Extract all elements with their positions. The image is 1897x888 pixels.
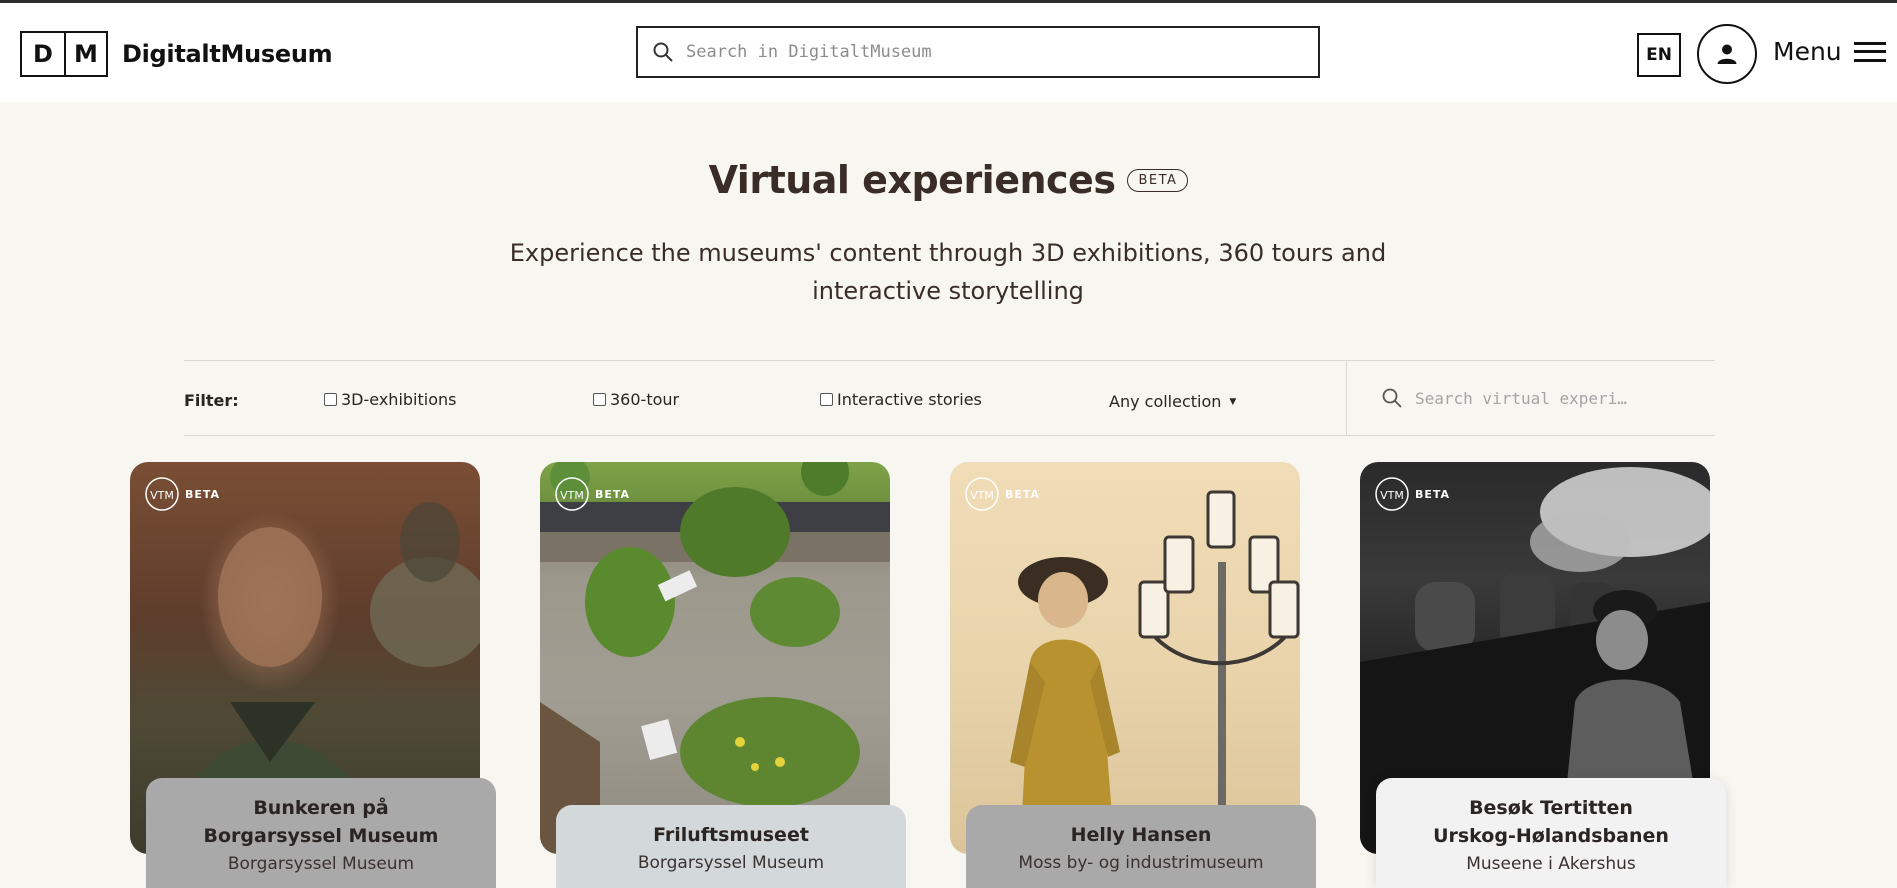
- filter-3d-exhibitions[interactable]: 3D-exhibitions: [324, 390, 456, 409]
- card-museum: Moss by- og industrimuseum: [1018, 853, 1264, 873]
- garden-scene: [540, 462, 890, 854]
- filter-option-label: 360-tour: [610, 390, 680, 409]
- vtm-badge: VTM BETA: [554, 476, 630, 512]
- card-label[interactable]: Helly Hansen Moss by- og industrimuseum: [966, 805, 1316, 888]
- vtm-cube-icon: VTM: [555, 477, 589, 511]
- site-logo[interactable]: D M DigitaltMuseum: [20, 31, 333, 77]
- page-title: Virtual experiences: [708, 158, 1116, 202]
- checkbox[interactable]: [593, 393, 606, 406]
- beta-label: BETA: [595, 487, 631, 501]
- search-icon: [653, 42, 673, 62]
- card-title: Helly Hansen: [1070, 824, 1212, 846]
- site-header: D M DigitaltMuseum EN Menu: [0, 3, 1897, 102]
- collection-dropdown[interactable]: Any collection ▼: [1109, 392, 1236, 411]
- experience-card-image[interactable]: VTM BETA: [950, 462, 1300, 854]
- beta-badge: BETA: [1127, 168, 1189, 192]
- caret-down-icon: ▼: [1229, 396, 1237, 407]
- collection-value: Any collection: [1109, 392, 1222, 411]
- vtm-badge: VTM BETA: [1374, 476, 1450, 512]
- beta-label: BETA: [185, 487, 221, 501]
- search-input[interactable]: [686, 42, 1246, 62]
- card-museum: Borgarsyssel Museum: [227, 854, 415, 874]
- search-icon: [1382, 388, 1402, 408]
- user-icon: [1717, 44, 1737, 64]
- user-button[interactable]: [1697, 24, 1757, 84]
- menu-label: Menu: [1773, 37, 1842, 66]
- svg-text:VTM: VTM: [150, 489, 174, 502]
- card-museum: Borgarsyssel Museum: [637, 853, 825, 873]
- vtm-badge: VTM BETA: [144, 476, 220, 512]
- card-title: Besøk Tertitten Urskog-Hølandsbanen: [1433, 797, 1669, 847]
- filter-interactive-stories[interactable]: Interactive stories: [820, 390, 982, 409]
- language-button[interactable]: EN: [1637, 33, 1681, 77]
- vtm-cube-icon: VTM: [145, 477, 179, 511]
- svg-text:VTM: VTM: [970, 489, 994, 502]
- checkbox[interactable]: [324, 393, 337, 406]
- beta-label: BETA: [1415, 487, 1451, 501]
- virtual-search-input[interactable]: [1415, 388, 1675, 408]
- vtm-cube-icon: VTM: [1375, 477, 1409, 511]
- page-subtitle: Experience the museums' content through …: [509, 239, 1387, 305]
- filter-option-label: Interactive stories: [837, 390, 982, 409]
- card-label[interactable]: Friluftsmuseet Borgarsyssel Museum: [556, 805, 906, 888]
- filter-label: Filter:: [184, 391, 239, 410]
- hamburger-icon: [1853, 41, 1886, 62]
- vtm-badge: VTM BETA: [964, 476, 1040, 512]
- svg-text:VTM: VTM: [560, 489, 584, 502]
- experience-card-image[interactable]: VTM BETA: [540, 462, 890, 854]
- main-search[interactable]: [636, 26, 1320, 78]
- menu-button[interactable]: Menu: [1773, 37, 1886, 66]
- virtual-search[interactable]: [1346, 361, 1715, 435]
- card-label[interactable]: Bunkeren på Borgarsyssel Museum Borgarsy…: [146, 778, 496, 888]
- logo-letter-d: D: [33, 40, 53, 68]
- hero-title-row: Virtual experiences BETA: [0, 158, 1897, 202]
- logo-mark: D M: [20, 31, 108, 77]
- logo-letter-m: M: [64, 33, 106, 75]
- woman-with-lamp-post: [1010, 490, 1300, 854]
- card-label[interactable]: Besøk Tertitten Urskog-Hølandsbanen Muse…: [1376, 778, 1726, 888]
- logo-name: DigitaltMuseum: [122, 40, 333, 68]
- filter-360-tour[interactable]: 360-tour: [593, 390, 679, 409]
- filter-bar: Filter: 3D-exhibitions 360-tour Interact…: [184, 360, 1715, 436]
- filter-option-label: 3D-exhibitions: [341, 390, 457, 409]
- card-title: Bunkeren på Borgarsyssel Museum: [203, 797, 439, 847]
- card-title: Friluftsmuseet: [653, 824, 809, 846]
- checkbox[interactable]: [820, 393, 833, 406]
- beta-label: BETA: [1005, 487, 1041, 501]
- vtm-cube-icon: VTM: [965, 477, 999, 511]
- card-museum: Museene i Akershus: [1466, 854, 1636, 874]
- svg-text:VTM: VTM: [1380, 489, 1404, 502]
